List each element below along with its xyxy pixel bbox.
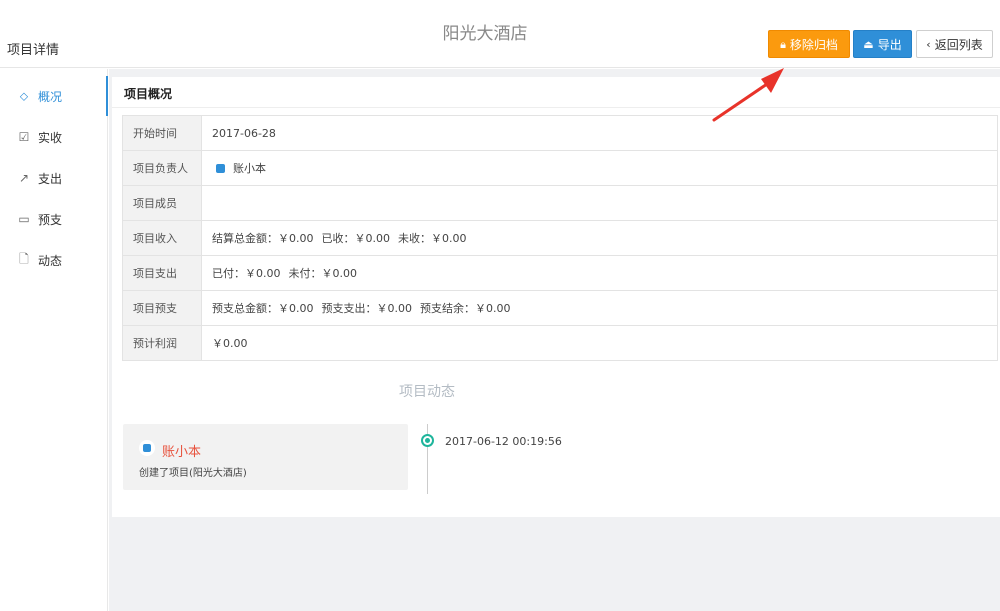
- table-row: 项目支出 已付：￥0.00 未付：￥0.00: [122, 255, 998, 291]
- owner-cell: 账小本: [201, 150, 998, 186]
- members-value: [201, 185, 998, 221]
- user-avatar-icon: [216, 164, 225, 173]
- paid-amount: 已付：￥0.00: [212, 267, 281, 280]
- back-to-list-button[interactable]: ‹ 返回列表: [916, 30, 993, 58]
- sidebar-item-activity[interactable]: 🗋︎ 动态: [0, 240, 108, 280]
- folder-icon: ▭: [18, 212, 30, 226]
- advance-cell: 预支总金额：￥0.00 预支支出：￥0.00 预支结余：￥0.00: [201, 290, 998, 326]
- activity-user: 账小本: [162, 445, 202, 460]
- sidebar-item-overview[interactable]: ⬦ 概况: [0, 76, 108, 116]
- remove-archive-label: 移除归档: [789, 37, 838, 52]
- back-to-list-label: 返回列表: [934, 37, 983, 52]
- remove-archive-button[interactable]: 🔒︎ 移除归档: [768, 30, 850, 58]
- row-key: 预计利润: [122, 325, 202, 361]
- table-row: 预计利润 ￥0.00: [122, 325, 998, 361]
- overview-table: 开始时间 2017-06-28 项目负责人 账小本 项目成员 项目收入 结算总金…: [122, 115, 998, 361]
- checkbox-icon: ☑: [18, 130, 30, 144]
- overview-panel: 项目概况 开始时间 2017-06-28 项目负责人 账小本 项目成员 项目收入…: [112, 77, 1000, 517]
- top-header: 项目详情 阳光大酒店 🔒︎ 移除归档 ⏏ 导出 ‹ 返回列表: [0, 0, 1000, 68]
- upload-icon: ⏏: [863, 37, 874, 51]
- divider: [112, 107, 1000, 108]
- row-key: 项目负责人: [122, 150, 202, 186]
- table-row: 项目收入 结算总金额：￥0.00 已收：￥0.00 未收：￥0.00: [122, 220, 998, 256]
- start-date-value: 2017-06-28: [201, 115, 998, 151]
- row-key: 项目成员: [122, 185, 202, 221]
- lock-icon: 🔒︎: [780, 37, 786, 51]
- activity-card: 账小本 创建了项目(阳光大酒店): [123, 424, 408, 490]
- row-key: 项目预支: [122, 290, 202, 326]
- sidebar-item-label: 支出: [38, 171, 63, 186]
- expense-cell: 已付：￥0.00 未付：￥0.00: [201, 255, 998, 291]
- table-row: 项目负责人 账小本: [122, 150, 998, 186]
- unpaid-amount: 未付：￥0.00: [288, 267, 358, 280]
- sidebar: ⬦ 概况 ☑ 实收 ↗ 支出 ▭ 预支 🗋︎ 动态: [0, 69, 108, 611]
- external-link-icon: ↗: [18, 171, 30, 185]
- sidebar-item-label: 概况: [38, 89, 63, 104]
- settled-total: 结算总金额：￥0.00: [212, 232, 314, 245]
- profit-value: ￥0.00: [201, 325, 998, 361]
- overview-title: 项目概况: [124, 87, 173, 101]
- activity-time: 2017-06-12 00:19:56: [445, 435, 562, 448]
- sidebar-item-received[interactable]: ☑ 实收: [0, 117, 108, 157]
- table-row: 开始时间 2017-06-28: [122, 115, 998, 151]
- sidebar-item-label: 动态: [38, 253, 63, 268]
- main-content: 项目概况 开始时间 2017-06-28 项目负责人 账小本 项目成员 项目收入…: [109, 69, 1000, 611]
- timeline-dot-icon: [421, 434, 434, 447]
- table-row: 项目成员: [122, 185, 998, 221]
- owner-name: 账小本: [233, 162, 266, 175]
- advance-spent: 预支支出：￥0.00: [321, 302, 413, 315]
- received-amount: 已收：￥0.00: [321, 232, 391, 245]
- activity-text: 创建了项目(阳光大酒店): [139, 468, 247, 479]
- advance-total: 预支总金额：￥0.00: [212, 302, 314, 315]
- row-key: 项目支出: [122, 255, 202, 291]
- file-icon: 🗋︎: [19, 251, 29, 266]
- sidebar-item-label: 实收: [38, 130, 63, 145]
- sidebar-item-expense[interactable]: ↗ 支出: [0, 158, 108, 198]
- activity-title: 项目动态: [399, 384, 455, 400]
- income-cell: 结算总金额：￥0.00 已收：￥0.00 未收：￥0.00: [201, 220, 998, 256]
- advance-balance: 预支结余：￥0.00: [420, 302, 511, 315]
- export-button[interactable]: ⏏ 导出: [853, 30, 912, 58]
- row-key: 开始时间: [122, 115, 202, 151]
- user-avatar-icon: [139, 440, 155, 456]
- chevron-left-icon: ‹: [926, 37, 931, 51]
- sidebar-item-advance[interactable]: ▭ 预支: [0, 199, 108, 239]
- sidebar-item-label: 预支: [38, 212, 63, 227]
- export-label: 导出: [877, 37, 902, 52]
- table-row: 项目预支 预支总金额：￥0.00 预支支出：￥0.00 预支结余：￥0.00: [122, 290, 998, 326]
- unreceived-amount: 未收：￥0.00: [398, 232, 467, 245]
- row-key: 项目收入: [122, 220, 202, 256]
- layers-icon: ⬦: [19, 88, 29, 103]
